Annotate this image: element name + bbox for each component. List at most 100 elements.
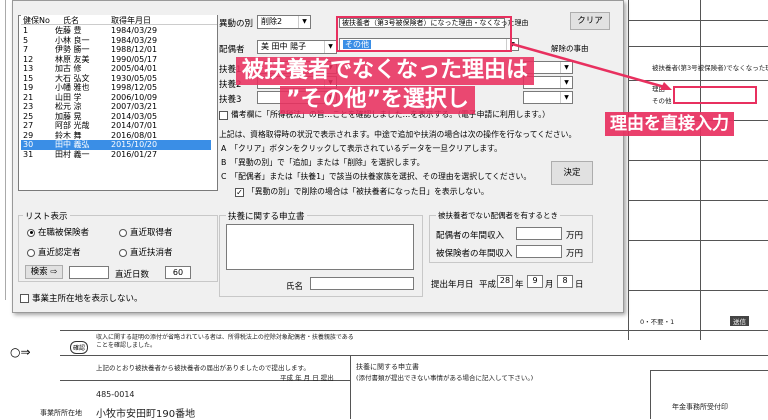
bg-postal: 485-0014 (96, 390, 135, 399)
row-date: 2005/04/01 (111, 64, 158, 73)
note-line-0: 上記は、資格取得時の状況で表示されます。中途で追加や扶消の場合は次の操作を行なっ… (219, 130, 577, 139)
row-no: 1 (23, 26, 29, 35)
table-row[interactable]: 1 佐藤 豊 1984/03/29 (21, 26, 211, 36)
radio-recent-acquired[interactable]: 直近取得者 (119, 226, 173, 238)
insured-income-input[interactable] (516, 245, 562, 258)
bg-reason-header: 被扶養者(第3号被保険者)でなくなった理由 (652, 64, 768, 72)
delete-hide-checkbox[interactable]: ✓ 「異動の別」で削除の場合は「被扶養者になった日」を表示しない。 (235, 186, 489, 197)
bg-reason-label: 理由 (652, 85, 665, 93)
row-no: 13 (23, 64, 34, 73)
day-input[interactable]: 8 (557, 275, 573, 288)
table-row[interactable]: 31 田村 義一 2016/01/27 (21, 150, 211, 160)
row-date: 1984/03/29 (111, 26, 158, 35)
chevron-down-icon: ▼ (324, 41, 336, 53)
row-date: 1988/12/01 (111, 45, 158, 54)
row-name: 松元 涼 (55, 102, 82, 111)
table-row[interactable]: 12 林原 友美 1990/05/17 (21, 55, 211, 65)
application-group: 扶養に関する申立書 氏名 (219, 210, 423, 297)
table-row[interactable]: 29 鈴木 舞 2016/08/01 (21, 131, 211, 141)
header-date: 取得年月日 (111, 16, 151, 25)
bg-office-stamp: 年金事務所受付印 (672, 403, 728, 411)
row-name: 山田 学 (55, 92, 82, 102)
bg-address: 小牧市安田町190番地 (96, 409, 196, 420)
spouse-income-group: 被扶養者でない配偶者を有するとき 配偶者の年間収入 万円 被保険者の年間収入 万… (429, 210, 593, 263)
row-date: 2016/01/27 (111, 149, 158, 159)
row-no: 21 (23, 92, 34, 102)
days-input[interactable]: 60 (165, 266, 191, 279)
row-name: 加古 修 (55, 64, 82, 73)
office-checkbox[interactable]: 事業主所在地を表示しない。 (20, 292, 143, 304)
note-line-b: B 「異動の別」で「追加」または「削除」を選択します。 (221, 158, 425, 167)
circle-arrow-icon: ○⇒ (10, 345, 31, 359)
chevron-down-icon: ▼ (560, 92, 572, 103)
bg-income-note: 収入に関する証明の添付が省略されている者は、所得税法上の控除対象配偶者・扶養親族… (96, 334, 354, 349)
row-date: 2014/07/01 (111, 121, 158, 130)
day-unit: 日 (575, 280, 584, 290)
bg-application-title: 扶養に関する申立書 (356, 363, 419, 371)
row-name: 鈴木 舞 (55, 130, 82, 140)
radio-current-insured[interactable]: 在職被保険者 (27, 226, 89, 238)
row-no: 23 (23, 102, 34, 111)
change-type-label: 異動の別 (219, 19, 254, 29)
spouse-income-input[interactable] (516, 227, 562, 240)
list-display-title: リスト表示 (23, 210, 70, 222)
list-display-group: リスト表示 在職被保険者 直近取得者 直近認定者 直近扶消者 検索 ⇨ 直近日数… (18, 210, 218, 282)
row-no: 5 (23, 35, 29, 45)
application-textarea[interactable] (226, 224, 414, 270)
spouse-income-label: 配偶者の年間収入 (436, 231, 505, 241)
name-label: 氏名 (286, 282, 304, 292)
insured-income-unit: 万円 (566, 249, 584, 259)
insured-income-label: 被保険者の年間収入 (436, 249, 513, 259)
table-row[interactable]: 30 田中 義弘 2015/10/20 (21, 140, 211, 150)
chevron-down-icon: ▼ (560, 77, 572, 88)
direct-input-highlight (673, 86, 757, 104)
table-row[interactable]: 15 大石 弘文 1930/05/05 (21, 74, 211, 84)
row-name: 加藤 晃 (55, 111, 82, 121)
row-date: 2016/08/01 (111, 130, 158, 140)
row-name: 阿部 光哉 (55, 121, 90, 130)
search-button[interactable]: 検索 ⇨ (25, 265, 63, 279)
row-date: 1990/05/17 (111, 54, 158, 64)
row-date: 2007/03/21 (111, 102, 158, 111)
arrow-right-icon: ⇨ (50, 267, 58, 277)
row-name: 田村 義一 (55, 149, 90, 159)
header-no: 健保No (23, 16, 50, 25)
radio-recent-certified[interactable]: 直近認定者 (27, 246, 81, 258)
decide-button[interactable]: 決定 (551, 161, 593, 185)
table-row[interactable]: 21 山田 学 2006/10/09 (21, 93, 211, 103)
year-input[interactable]: 28 (497, 275, 513, 288)
table-row[interactable]: 13 加古 修 2005/04/01 (21, 64, 211, 74)
employee-list[interactable]: 健保No 氏名 取得年月日 1 佐藤 豊 1984/03/29 5 小林 良一 1984/… (18, 15, 218, 191)
dependent-change-dialog: 健保No 氏名 取得年月日 1 佐藤 豊 1984/03/29 5 小林 良一 1984/… (12, 0, 624, 313)
row-no: 15 (23, 73, 34, 83)
change-type-select[interactable]: 削除2 ▼ (257, 15, 311, 29)
table-row[interactable]: 7 伊勢 勝一 1988/12/01 (21, 45, 211, 55)
spouse-label: 配偶者 (219, 45, 245, 55)
table-row[interactable]: 25 加藤 晃 2014/03/05 (21, 112, 211, 122)
dependent-3-reason-select[interactable]: ▼ (523, 91, 573, 104)
dependent-3-label: 扶養3 (219, 95, 242, 105)
table-row[interactable]: 27 阿部 光哉 2014/07/01 (21, 121, 211, 131)
search-input[interactable] (69, 266, 109, 279)
bg-submit-date: 平成 年 月 日 提出 (280, 374, 334, 382)
month-unit: 月 (545, 280, 554, 290)
spouse-select[interactable]: 美 田中 陽子 ▼ (257, 40, 337, 54)
bg-submit-note: 上記のとおり被扶養者から被扶養者の届出がありましたので提出します。 (96, 364, 310, 372)
name-input[interactable] (310, 277, 414, 290)
row-name: 大石 弘文 (55, 73, 90, 83)
clear-button[interactable]: クリア (570, 12, 610, 30)
bg-send: 送信 (730, 316, 749, 326)
table-row[interactable]: 23 松元 涼 2007/03/21 (21, 102, 211, 112)
row-date: 1984/03/29 (111, 35, 158, 45)
row-name: 小幡 雅也 (55, 83, 90, 92)
row-name: 田中 義弘 (55, 140, 90, 149)
submit-date-label: 提出年月日 (431, 280, 474, 290)
month-input[interactable]: 9 (527, 275, 543, 288)
row-no: 19 (23, 83, 34, 92)
table-row[interactable]: 5 小林 良一 1984/03/29 (21, 36, 211, 46)
bg-yesno: 0・不要・1 (640, 318, 675, 326)
row-no: 29 (23, 130, 34, 140)
table-row[interactable]: 19 小幡 雅也 1998/12/05 (21, 83, 211, 93)
radio-recent-removed[interactable]: 直近扶消者 (119, 246, 173, 258)
annotation-main-line2: ”その他”を選択し (280, 86, 475, 114)
